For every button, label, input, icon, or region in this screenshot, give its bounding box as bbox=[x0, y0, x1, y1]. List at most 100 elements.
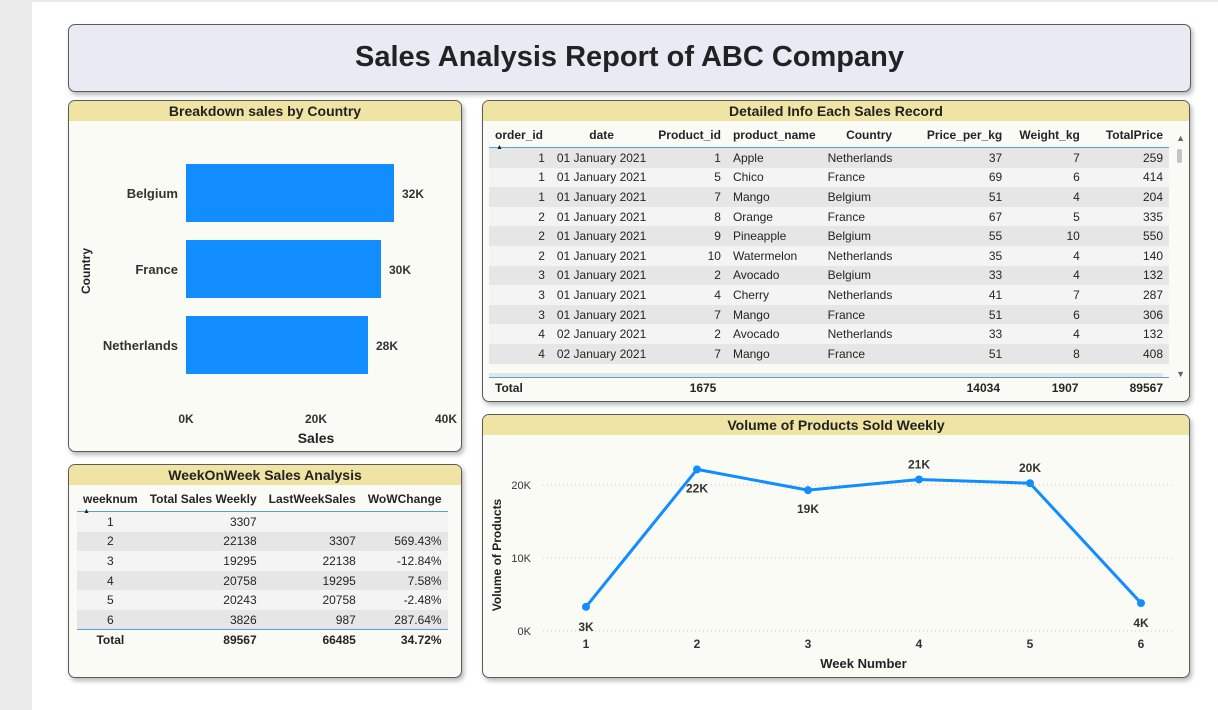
table-cell: 01 January 2021 bbox=[550, 245, 653, 266]
bar[interactable] bbox=[186, 240, 381, 298]
bar[interactable] bbox=[186, 316, 368, 374]
col-wow-change[interactable]: WoWChange bbox=[362, 487, 448, 511]
y-tick-label: France bbox=[135, 262, 178, 277]
col-last-week-sales[interactable]: LastWeekSales bbox=[263, 487, 362, 511]
table-row[interactable]: 3 19295 22138 -12.84% bbox=[77, 551, 448, 571]
table-cell: 01 January 2021 bbox=[550, 167, 653, 188]
scroll-down-icon[interactable]: ▼ bbox=[1176, 369, 1185, 379]
x-tick-label: 3 bbox=[805, 637, 812, 651]
detail-header-row: order_id date Product_id product_name Co… bbox=[489, 123, 1169, 147]
bar[interactable] bbox=[186, 164, 394, 222]
col-country[interactable]: Country bbox=[822, 123, 917, 147]
table-cell: 2 bbox=[652, 265, 727, 286]
table-row[interactable]: 3 01 January 2021 4 Cherry Netherlands 41 7 287 bbox=[489, 285, 1169, 305]
wow-total-last-week: 66485 bbox=[262, 629, 362, 650]
table-cell: 1 bbox=[489, 187, 551, 207]
table-cell: 4 bbox=[652, 285, 727, 305]
col-price-per-kg[interactable]: Price_per_kg bbox=[916, 123, 1008, 147]
scroll-up-icon[interactable]: ▲ bbox=[1176, 133, 1185, 143]
col-total-price[interactable]: TotalPrice bbox=[1086, 123, 1169, 147]
table-cell: 01 January 2021 bbox=[550, 226, 653, 246]
table-row[interactable]: 2 01 January 2021 10 Watermelon Netherlands 3… bbox=[489, 245, 1169, 266]
table-cell: 408 bbox=[1085, 343, 1169, 364]
table-cell: 306 bbox=[1085, 304, 1169, 325]
table-cell: 132 bbox=[1085, 265, 1169, 286]
col-date[interactable]: date bbox=[551, 123, 652, 147]
table-row[interactable]: 5 20243 20758 -2.48% bbox=[77, 590, 448, 610]
detail-total-weight-kg: 1907 bbox=[1006, 377, 1085, 398]
wow-table[interactable]: weeknum Total Sales Weekly LastWeekSales… bbox=[77, 487, 448, 650]
data-point[interactable] bbox=[582, 602, 590, 611]
table-row[interactable]: 1 01 January 2021 1 Apple Netherlands 37 7 259 bbox=[489, 148, 1169, 168]
col-product-id[interactable]: Product_id bbox=[652, 123, 727, 147]
table-cell: 2 bbox=[652, 324, 727, 344]
col-weight-kg[interactable]: Weight_kg bbox=[1008, 123, 1086, 147]
detail-total-label: Total bbox=[489, 377, 652, 398]
table-cell: 4 bbox=[1008, 187, 1086, 207]
data-point[interactable] bbox=[804, 486, 812, 495]
table-row[interactable]: 1 01 January 2021 7 Mango Belgium 51 4 204 bbox=[489, 187, 1169, 207]
table-row[interactable]: 4 02 January 2021 7 Mango France 51 8 408 bbox=[489, 343, 1169, 364]
data-point[interactable] bbox=[1026, 479, 1034, 488]
col-total-sales-weekly[interactable]: Total Sales Weekly bbox=[144, 487, 263, 511]
table-cell: 20758 bbox=[143, 570, 263, 591]
table-row[interactable]: 3 01 January 2021 2 Avocado Belgium 33 4 132 bbox=[489, 265, 1169, 286]
col-product-name[interactable]: product_name bbox=[727, 123, 822, 147]
table-row[interactable]: 3 01 January 2021 7 Mango France 51 6 306 bbox=[489, 304, 1169, 325]
table-cell: 8 bbox=[652, 206, 727, 227]
table-cell: 7 bbox=[652, 343, 727, 364]
table-row[interactable]: 2 01 January 2021 9 Pineapple Belgium 55 10 550 bbox=[489, 226, 1169, 246]
table-cell: 6 bbox=[77, 609, 144, 630]
bar-chart-title: Breakdown sales by Country bbox=[69, 101, 461, 121]
detail-table-panel[interactable]: Detailed Info Each Sales Record order_id… bbox=[482, 100, 1190, 402]
table-cell: 3 bbox=[489, 285, 551, 305]
table-cell: 33 bbox=[916, 265, 1009, 286]
table-cell: 01 January 2021 bbox=[550, 206, 653, 227]
table-row[interactable]: 4 20758 19295 7.58% bbox=[77, 570, 448, 591]
table-cell: 41 bbox=[916, 285, 1009, 305]
table-row[interactable]: 4 02 January 2021 2 Avocado Netherlands 33 4 13… bbox=[489, 324, 1169, 344]
wow-total-row: Total 89567 66485 34.72% bbox=[77, 629, 448, 650]
table-row[interactable]: 1 01 January 2021 5 Chico France 69 6 414 bbox=[489, 167, 1169, 188]
table-cell: 9 bbox=[652, 226, 727, 246]
table-cell: 19295 bbox=[262, 570, 362, 591]
table-cell: 1 bbox=[489, 167, 551, 188]
detail-sort-indicator: ▲ bbox=[496, 144, 503, 151]
bar-chart[interactable]: Belgium 32K France 30K Netherlands 28K 0K 20K 40… bbox=[69, 121, 462, 452]
vertical-scrollbar[interactable] bbox=[1177, 149, 1182, 163]
x-axis-label: Week Number bbox=[820, 656, 906, 671]
table-cell: 7 bbox=[652, 304, 727, 325]
table-cell: 132 bbox=[1085, 324, 1169, 344]
x-tick-label: 40K bbox=[435, 412, 457, 426]
table-cell: 7 bbox=[1008, 285, 1086, 305]
line-chart[interactable]: 0K 10K 20K 3K 1 22K 2 19K 3 21K 4 20K 5 4K 6 Week Numbe… bbox=[483, 435, 1190, 678]
x-tick-label: 0K bbox=[178, 412, 194, 426]
table-row[interactable]: 6 3826 987 287.64% bbox=[77, 609, 448, 630]
table-row[interactable]: 1 3307 bbox=[77, 512, 448, 532]
table-cell: 51 bbox=[916, 304, 1009, 325]
bar-chart-panel[interactable]: Breakdown sales by Country Belgium 32K Fra… bbox=[68, 100, 462, 452]
table-cell: Chico bbox=[726, 167, 822, 188]
table-cell: 3307 bbox=[143, 512, 263, 532]
wow-table-panel[interactable]: WeekOnWeek Sales Analysis weeknum Total … bbox=[68, 464, 462, 678]
table-cell: 51 bbox=[916, 187, 1009, 207]
table-cell: Belgium bbox=[821, 226, 917, 246]
table-cell: France bbox=[821, 167, 917, 188]
table-row[interactable]: 2 22138 3307 569.43% bbox=[77, 531, 448, 552]
data-label: 3K bbox=[578, 620, 594, 634]
table-cell: 02 January 2021 bbox=[550, 343, 653, 364]
y-tick-label: 0K bbox=[518, 626, 532, 638]
line-chart-panel[interactable]: Volume of Products Sold Weekly 0K 10K 20K 3… bbox=[482, 414, 1190, 678]
table-cell: 6 bbox=[1008, 304, 1086, 325]
table-cell: Netherlands bbox=[821, 285, 917, 305]
report-title: Sales Analysis Report of ABC Company bbox=[355, 41, 904, 73]
data-point[interactable] bbox=[693, 465, 701, 474]
data-point[interactable] bbox=[915, 475, 923, 484]
data-point[interactable] bbox=[1137, 599, 1145, 608]
table-row[interactable]: 2 01 January 2021 8 Orange France 67 5 335 bbox=[489, 206, 1169, 227]
detail-table[interactable]: order_id date Product_id product_name Co… bbox=[489, 123, 1169, 364]
table-cell: 987 bbox=[262, 609, 362, 630]
data-label: 22K bbox=[686, 481, 708, 495]
data-label: 19K bbox=[797, 502, 819, 516]
wow-total-change: 34.72% bbox=[361, 629, 448, 650]
